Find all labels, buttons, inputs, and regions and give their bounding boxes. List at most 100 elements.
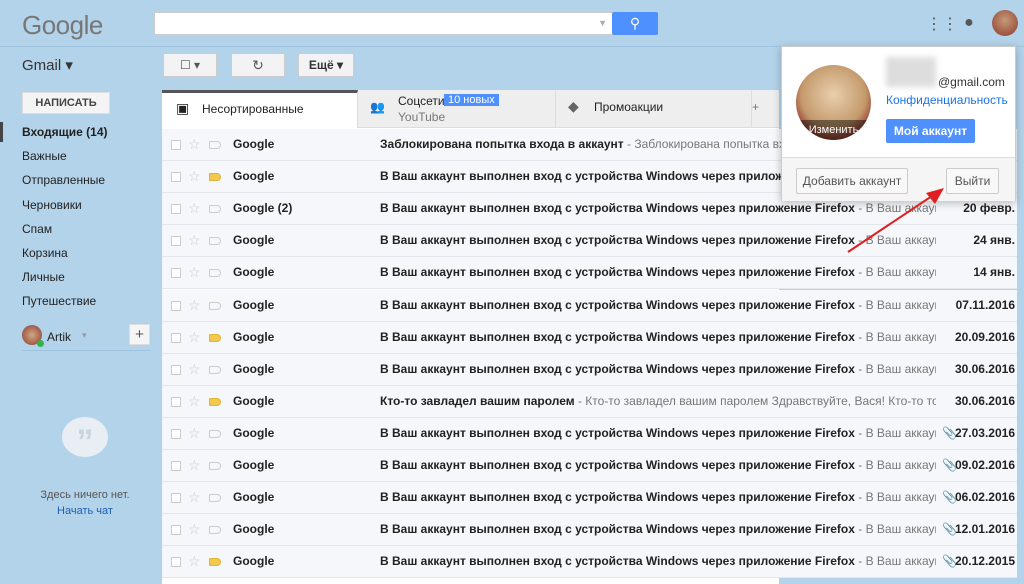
row-checkbox[interactable]	[171, 461, 181, 471]
row-checkbox[interactable]	[171, 300, 181, 311]
tab-promotions[interactable]: ◆ Промоакции	[556, 90, 752, 128]
star-icon[interactable]: ☆	[188, 225, 201, 256]
select-checkbox-button[interactable]: ☐ ▾	[163, 53, 217, 77]
email-snippet: - Кто-то завладел вашим паролем Здравств…	[574, 393, 936, 408]
sidebar-item[interactable]: Черновики	[22, 198, 82, 212]
tab-primary[interactable]: ▣ Несортированные	[162, 90, 358, 128]
gmail-menu[interactable]: Gmail ▾	[22, 56, 73, 74]
importance-marker-icon[interactable]	[209, 237, 221, 246]
google-logo[interactable]: Google	[22, 10, 103, 41]
profile-photo[interactable]: Изменить	[796, 65, 871, 140]
my-account-button[interactable]: Мой аккаунт	[886, 119, 975, 143]
star-icon[interactable]: ☆	[188, 257, 201, 288]
tab-social[interactable]: 👥 Соцсети 10 новых YouTube	[358, 90, 556, 128]
star-icon[interactable]: ☆	[188, 129, 201, 160]
sign-out-button[interactable]: Выйти	[946, 168, 999, 194]
importance-marker-icon[interactable]	[209, 205, 221, 214]
row-checkbox[interactable]	[171, 332, 181, 343]
star-icon[interactable]: ☆	[188, 322, 201, 353]
refresh-icon: ↻	[252, 57, 264, 73]
email-row[interactable]: ☆ Google В Ваш аккаунт выполнен вход с уст…	[162, 289, 1017, 322]
start-chat-link[interactable]: Начать чат	[0, 505, 170, 517]
row-checkbox[interactable]	[171, 364, 181, 375]
row-checkbox[interactable]	[171, 428, 181, 439]
row-checkbox[interactable]	[171, 172, 181, 183]
sidebar-item[interactable]: Важные	[22, 149, 67, 163]
row-checkbox[interactable]	[171, 236, 181, 247]
compose-button[interactable]: НАПИСАТЬ	[22, 92, 110, 114]
email-row[interactable]: ☆ Google В Ваш аккаунт выполнен вход с уст…	[162, 353, 1017, 386]
add-tab-button[interactable]: +	[752, 100, 759, 114]
importance-marker-icon[interactable]	[209, 526, 221, 535]
email-sender: Google	[233, 490, 275, 505]
sidebar-item[interactable]: Корзина	[22, 246, 68, 260]
email-sender: Google	[233, 393, 275, 408]
star-icon[interactable]: ☆	[188, 290, 201, 321]
search-options-icon[interactable]: ▼	[598, 18, 607, 28]
importance-marker-icon[interactable]	[209, 173, 221, 182]
email-subject: В Ваш аккаунт выполнен вход с устройства…	[380, 490, 855, 505]
star-icon[interactable]: ☆	[188, 193, 201, 224]
email-row[interactable]: ☆ Google В Ваш аккаунт выполнен вход с уст…	[162, 514, 1017, 547]
star-icon[interactable]: ☆	[188, 354, 201, 385]
email-date: 30.06.2016	[954, 393, 1015, 408]
importance-marker-icon[interactable]	[209, 301, 221, 310]
add-chat-button[interactable]: +	[129, 324, 150, 345]
change-photo-label[interactable]: Изменить	[796, 120, 871, 140]
nav-selected-indicator	[0, 122, 3, 142]
row-checkbox[interactable]	[171, 557, 181, 568]
star-icon[interactable]: ☆	[188, 514, 201, 545]
privacy-link[interactable]: Конфиденциальность	[886, 93, 1008, 107]
importance-marker-icon[interactable]	[209, 333, 221, 342]
account-avatar[interactable]	[992, 10, 1018, 36]
search-input[interactable]: ▼	[154, 12, 614, 35]
email-row[interactable]: ☆ Google В Ваш аккаунт выполнен вход с уст…	[162, 546, 1017, 579]
importance-marker-icon[interactable]	[209, 141, 221, 149]
importance-marker-icon[interactable]	[209, 397, 221, 406]
star-icon[interactable]: ☆	[188, 546, 201, 577]
email-row[interactable]: ☆ Google Кто-то завладел вашим паролем - К…	[162, 385, 1017, 418]
search-icon: ⚲	[629, 15, 641, 31]
email-row[interactable]: ☆ Google В Ваш аккаунт выполнен вход с уст…	[162, 482, 1017, 515]
email-subject: В Ваш аккаунт выполнен вход с устройства…	[380, 554, 855, 569]
importance-marker-icon[interactable]	[209, 269, 221, 278]
search-button[interactable]: ⚲	[612, 12, 658, 35]
importance-marker-icon[interactable]	[209, 558, 221, 567]
importance-marker-icon[interactable]	[209, 462, 221, 470]
chat-empty-text: Здесь ничего нет.	[40, 489, 130, 501]
star-icon[interactable]: ☆	[188, 482, 201, 513]
importance-marker-icon[interactable]	[209, 494, 221, 503]
chat-user-name[interactable]: Artik	[47, 330, 71, 344]
email-sender: Google	[233, 169, 275, 184]
row-checkbox[interactable]	[171, 493, 181, 504]
sidebar-item[interactable]: Путешествие	[22, 294, 96, 308]
chevron-down-icon[interactable]: ▾	[82, 330, 87, 341]
row-checkbox[interactable]	[171, 204, 181, 215]
email-row[interactable]: ☆ Google В Ваш аккаунт выполнен вход с уст…	[162, 450, 1017, 482]
star-icon[interactable]: ☆	[188, 450, 201, 481]
apps-icon[interactable]: ⋮⋮	[926, 14, 958, 33]
email-date: 06.02.2016	[954, 490, 1015, 505]
sidebar-item[interactable]: Личные	[22, 270, 65, 284]
online-status-icon	[37, 340, 44, 347]
notifications-icon[interactable]: ●	[960, 14, 978, 32]
email-subject: В Ваш аккаунт выполнен вход с устройства…	[380, 329, 855, 344]
row-checkbox[interactable]	[171, 140, 181, 150]
email-row[interactable]: ☆ Google В Ваш аккаунт выполнен вход с уст…	[162, 257, 1017, 290]
sidebar-item[interactable]: Отправленные	[22, 173, 105, 187]
email-row[interactable]: ☆ Google В Ваш аккаунт выполнен вход с уст…	[162, 321, 1017, 354]
email-subject-line: В Ваш аккаунт выполнен вход с устройства…	[380, 514, 936, 545]
star-icon[interactable]: ☆	[188, 386, 201, 417]
row-checkbox[interactable]	[171, 525, 181, 536]
refresh-button[interactable]: ↻	[231, 53, 285, 77]
importance-marker-icon[interactable]	[209, 429, 221, 438]
star-icon[interactable]: ☆	[188, 418, 201, 449]
email-row[interactable]: ☆ Google В Ваш аккаунт выполнен вход с уст…	[162, 417, 1017, 450]
row-checkbox[interactable]	[171, 268, 181, 279]
more-button[interactable]: Ещё ▾	[298, 53, 354, 77]
importance-marker-icon[interactable]	[209, 365, 221, 374]
sidebar-item[interactable]: Входящие (14)	[22, 125, 108, 139]
row-checkbox[interactable]	[171, 396, 181, 407]
sidebar-item[interactable]: Спам	[22, 222, 52, 236]
star-icon[interactable]: ☆	[188, 161, 201, 192]
